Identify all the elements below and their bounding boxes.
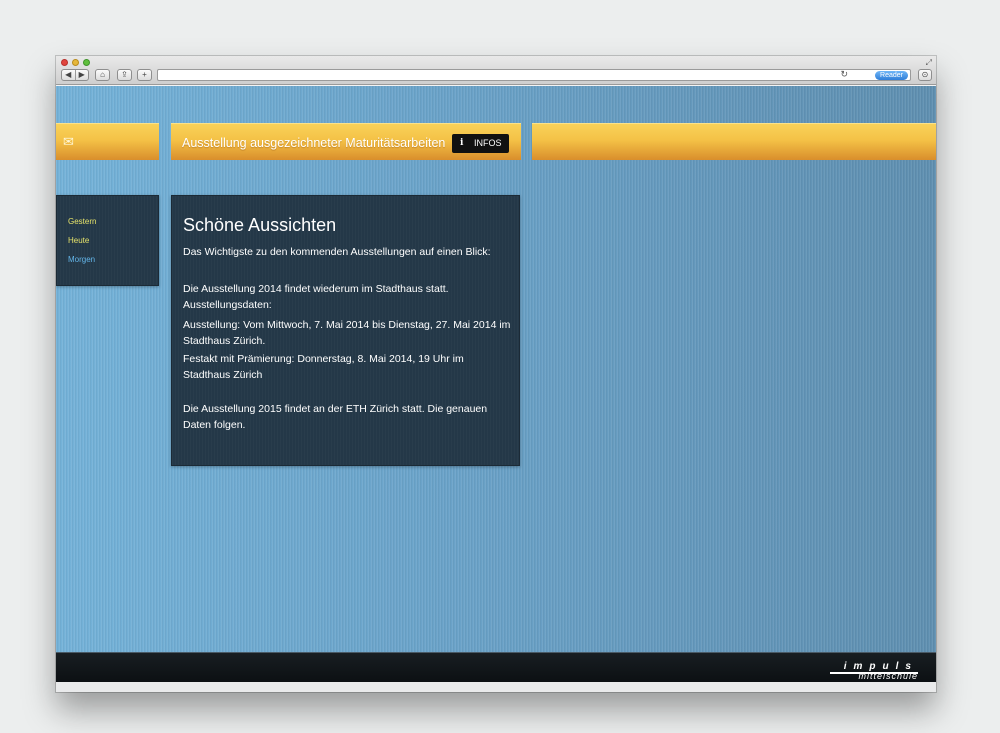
sidebar-item-morgen[interactable]: Morgen <box>68 255 95 264</box>
mail-bar: ✉ <box>56 123 159 160</box>
browser-window: ⤢ ◀ ▶ ⌂ ⇪ + ↻ Reader ⊙ ✉ Ausstellung aus… <box>56 56 936 692</box>
sidebar-nav: Gestern Heute Morgen <box>56 195 159 286</box>
logo-bottom-text: mittelschule <box>858 671 918 681</box>
sidebar-item-gestern[interactable]: Gestern <box>68 217 96 226</box>
impuls-logo[interactable]: impuls mittelschule <box>788 661 918 683</box>
downloads-button[interactable]: ⊙ <box>918 69 932 81</box>
paragraph-2015: Die Ausstellung 2015 findet an der ETH Z… <box>183 403 488 431</box>
decorative-bar <box>532 123 936 160</box>
address-bar[interactable]: ↻ Reader <box>157 69 911 81</box>
mail-icon[interactable]: ✉ <box>63 134 74 150</box>
reader-button[interactable]: Reader <box>875 71 908 80</box>
paragraph-dates: Ausstellung: Vom Mittwoch, 7. Mai 2014 b… <box>183 319 511 347</box>
site-title: Ausstellung ausgezeichneter Maturitätsar… <box>182 136 446 150</box>
back-forward-buttons: ◀ ▶ <box>61 69 89 81</box>
page-footer: impuls mittelschule <box>56 652 936 682</box>
infos-label: INFOS <box>474 138 502 148</box>
zoom-window-button[interactable] <box>83 59 90 66</box>
content-panel: Schöne Aussichten Das Wichtigste zu den … <box>171 195 520 466</box>
bottom-strip <box>56 682 936 692</box>
close-window-button[interactable] <box>61 59 68 66</box>
title-bar: Ausstellung ausgezeichneter Maturitätsar… <box>171 123 521 160</box>
paragraph-2014: Die Ausstellung 2014 findet wiederum im … <box>183 283 449 311</box>
sidebar-item-heute[interactable]: Heute <box>68 236 89 245</box>
page-viewport: ✉ Ausstellung ausgezeichneter Maturitäts… <box>56 86 936 692</box>
back-button[interactable]: ◀ <box>62 70 76 80</box>
home-button[interactable]: ⌂ <box>95 69 110 81</box>
share-button[interactable]: ⇪ <box>117 69 132 81</box>
content-title: Schöne Aussichten <box>183 215 337 235</box>
paragraph-intro: Das Wichtigste zu den kommenden Ausstell… <box>183 246 491 258</box>
forward-button[interactable]: ▶ <box>76 70 89 80</box>
add-bookmark-button[interactable]: + <box>137 69 152 81</box>
minimize-window-button[interactable] <box>72 59 79 66</box>
info-icon: i <box>460 138 464 148</box>
infos-button[interactable]: i INFOS <box>452 134 509 153</box>
reload-icon[interactable]: ↻ <box>840 69 848 80</box>
browser-toolbar: ⤢ ◀ ▶ ⌂ ⇪ + ↻ Reader ⊙ <box>56 56 936 85</box>
paragraph-festakt: Festakt mit Prämierung: Donnerstag, 8. M… <box>183 353 464 381</box>
fullscreen-icon[interactable]: ⤢ <box>926 58 932 68</box>
